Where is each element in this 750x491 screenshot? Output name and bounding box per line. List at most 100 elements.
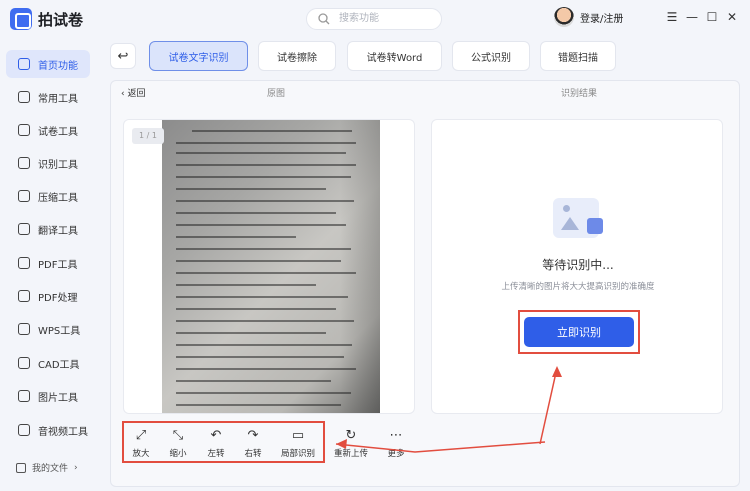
close-icon[interactable]: ✕: [724, 9, 740, 25]
text-line: [176, 380, 331, 382]
sidebar-item-label: 翻译工具: [38, 225, 78, 237]
result-label: 识别结果: [561, 89, 598, 99]
text-line: [176, 356, 344, 358]
media-icon: [18, 424, 30, 436]
text-line: [192, 130, 352, 132]
search-placeholder: 搜索功能: [339, 13, 379, 24]
recognize-now-button[interactable]: 立即识别: [524, 317, 634, 347]
sidebar-item-label: PDF工具: [38, 259, 78, 271]
sidebar-item-label: 压缩工具: [38, 192, 78, 204]
sidebar-item-wps[interactable]: WPS工具: [6, 315, 90, 343]
rotate-left-button[interactable]: ↶ 左转: [196, 428, 236, 459]
text-line: [176, 152, 346, 154]
reupload-button[interactable]: ↻ 重新上传: [331, 428, 371, 459]
app-logo-icon: [10, 8, 32, 30]
text-line: [176, 332, 326, 334]
scan-icon: [18, 157, 30, 169]
sidebar-item-image[interactable]: 图片工具: [6, 382, 90, 410]
text-line: [176, 164, 356, 166]
avatar[interactable]: [554, 7, 574, 27]
tool-label: 缩小: [169, 449, 187, 459]
cad-icon: [18, 357, 30, 369]
sidebar-item-pdf[interactable]: PDF工具: [6, 249, 90, 277]
translate-icon: [18, 223, 30, 235]
tool-label: 左转: [207, 449, 225, 459]
sidebar-item-media[interactable]: 音视频工具: [6, 416, 90, 444]
sidebar: 首页功能 常用工具 试卷工具 识别工具 压缩工具 翻译工具 PDF工具 PDF处…: [0, 44, 96, 491]
text-line: [176, 368, 356, 370]
text-line: [176, 260, 341, 262]
paper-icon: [18, 124, 30, 136]
image-icon: [18, 390, 30, 402]
more-icon: ⋯: [389, 428, 403, 443]
sidebar-item-pdf-process[interactable]: PDF处理: [6, 282, 90, 310]
login-link[interactable]: 登录/注册: [580, 10, 623, 25]
rotate-right-icon: ↷: [247, 428, 259, 443]
tool-label: 局部识别: [280, 449, 315, 459]
text-line: [176, 142, 356, 144]
sidebar-item-common[interactable]: 常用工具: [6, 83, 90, 111]
rotate-right-button[interactable]: ↷ 右转: [233, 428, 273, 459]
sidebar-item-translate[interactable]: 翻译工具: [6, 215, 90, 243]
tool-label: 放大: [132, 449, 150, 459]
sidebar-item-label: 图片工具: [38, 392, 78, 404]
tab-exam-to-word[interactable]: 试卷转Word: [347, 41, 442, 71]
tab-exam-ocr[interactable]: 试卷文字识别: [149, 41, 248, 71]
zoom-in-icon: ⤢: [135, 428, 147, 443]
my-files-link[interactable]: 我的文件 ›: [16, 461, 78, 474]
text-line: [176, 272, 356, 274]
zoom-out-button[interactable]: ⤡ 缩小: [158, 428, 198, 459]
tool-label: 重新上传: [333, 449, 368, 459]
tab-wrong-question-scan[interactable]: 错题扫描: [540, 41, 616, 71]
layers-icon: [18, 91, 30, 103]
zoom-in-button[interactable]: ⤢ 放大: [121, 428, 161, 459]
undo-icon: ↩: [117, 48, 129, 64]
partial-recognize-button[interactable]: ▭ 局部识别: [278, 428, 318, 459]
reupload-icon: ↻: [345, 428, 357, 443]
rotate-left-icon: ↶: [210, 428, 222, 443]
mountain-shape: [561, 217, 579, 230]
sidebar-item-label: CAD工具: [38, 359, 80, 371]
return-link[interactable]: ‹ 返回: [121, 86, 145, 99]
text-line: [176, 212, 336, 214]
user-area[interactable]: 登录/注册: [554, 7, 623, 27]
pdf-icon: [18, 257, 30, 269]
exam-photo[interactable]: [162, 120, 380, 413]
menu-icon[interactable]: ☰: [664, 9, 680, 25]
sidebar-item-recognize[interactable]: 识别工具: [6, 149, 90, 177]
folder-icon: [16, 462, 26, 473]
title-bar: 拍试卷 搜索功能 登录/注册 ☰ — ☐ ✕: [0, 0, 750, 36]
tool-label: 更多: [387, 449, 405, 459]
sidebar-item-label: 常用工具: [38, 93, 78, 105]
maximize-icon[interactable]: ☐: [704, 9, 720, 25]
sidebar-item-paper[interactable]: 试卷工具: [6, 116, 90, 144]
text-line: [176, 248, 351, 250]
tab-formula-ocr[interactable]: 公式识别: [452, 41, 530, 71]
sidebar-item-home[interactable]: 首页功能: [6, 50, 90, 78]
sidebar-item-label: 识别工具: [38, 159, 78, 171]
home-icon: [18, 58, 30, 70]
text-line: [176, 200, 354, 202]
tab-exam-erase[interactable]: 试卷擦除: [258, 41, 336, 71]
text-line: [176, 344, 352, 346]
text-lines-shape: [587, 218, 603, 234]
sidebar-item-cad[interactable]: CAD工具: [6, 349, 90, 377]
text-line: [176, 392, 351, 394]
app-window: 拍试卷 搜索功能 登录/注册 ☰ — ☐ ✕ 首页功能 常用工具 试卷工具 识别…: [0, 0, 750, 491]
tool-label: 右转: [244, 449, 262, 459]
more-button[interactable]: ⋯ 更多: [376, 428, 416, 459]
sidebar-item-compress[interactable]: 压缩工具: [6, 182, 90, 210]
chevron-right-icon: ›: [74, 462, 78, 473]
search-input[interactable]: 搜索功能: [306, 8, 442, 30]
sidebar-item-label: PDF处理: [38, 292, 78, 304]
sidebar-item-label: WPS工具: [38, 325, 81, 337]
text-line: [176, 296, 348, 298]
back-button[interactable]: ↩: [110, 43, 136, 69]
panel-header: ‹ 返回 原图 识别结果: [111, 81, 739, 103]
sun-shape: [563, 205, 570, 212]
result-box: 等待识别中... 上传清晰的图片将大大提高识别的准确度 立即识别: [431, 119, 723, 414]
hint-text: 上传清晰的图片将大大提高识别的准确度: [501, 282, 655, 292]
minimize-icon[interactable]: —: [684, 9, 700, 25]
original-label: 原图: [267, 89, 286, 99]
my-files-label: 我的文件: [32, 464, 69, 474]
